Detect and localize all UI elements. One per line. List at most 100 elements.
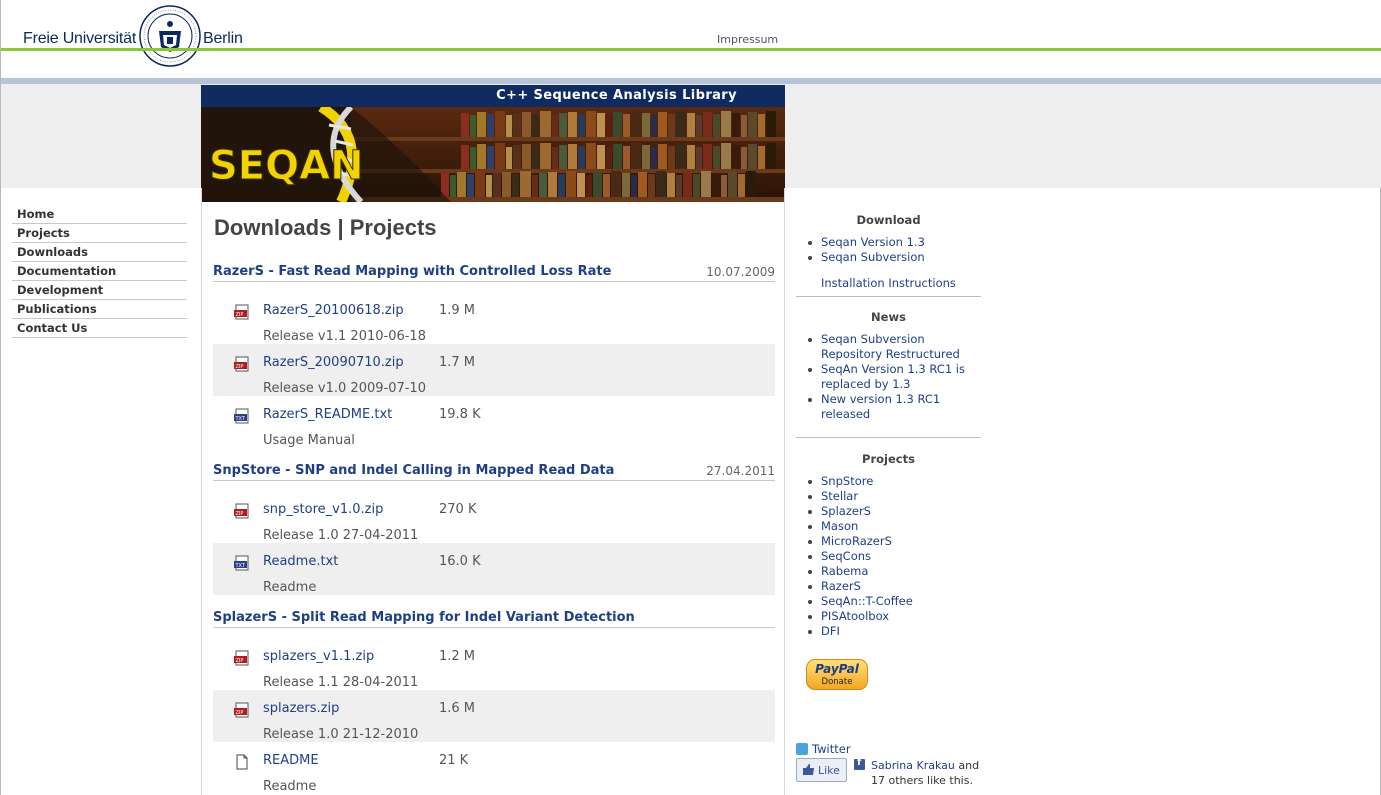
txt-file-icon: TXT bbox=[234, 555, 249, 571]
sidebar-link[interactable]: SplazerS bbox=[821, 504, 871, 518]
nav-item-publications[interactable]: Publications bbox=[12, 300, 187, 319]
university-seal-icon[interactable] bbox=[139, 5, 201, 67]
nav-item-downloads[interactable]: Downloads bbox=[12, 243, 187, 262]
sidebar-divider bbox=[796, 437, 981, 438]
list-item: SeqAn::T-Coffee bbox=[808, 594, 913, 609]
svg-text:ZIP: ZIP bbox=[236, 658, 244, 664]
download-row: ZIP splazers_v1.1.zip 1.2 M Release 1.1 … bbox=[213, 638, 775, 690]
section-title[interactable]: SnpStore - SNP and Indel Calling in Mapp… bbox=[213, 463, 614, 478]
file-size: 1.2 M bbox=[439, 649, 476, 664]
facebook-person-link[interactable]: Sabrina Krakau bbox=[871, 759, 955, 772]
list-item: Seqan Version 1.3 bbox=[808, 235, 925, 250]
zip-file-icon: ZIP bbox=[234, 356, 249, 372]
paypal-donate-button[interactable]: PayPal Donate bbox=[806, 659, 868, 690]
nav-item-development[interactable]: Development bbox=[12, 281, 187, 300]
download-row: TXT RazerS_README.txt 19.8 K Usage Manua… bbox=[213, 396, 775, 448]
zip-file-icon: ZIP bbox=[234, 304, 249, 320]
download-link[interactable]: splazers.zip bbox=[263, 701, 339, 716]
university-wordmark-left: Freie Universität bbox=[23, 30, 137, 47]
list-item: Mason bbox=[808, 519, 913, 534]
sidebar-download-list: Seqan Version 1.3 Seqan Subversion bbox=[808, 235, 925, 265]
banner-tagline: C++ Sequence Analysis Library bbox=[496, 88, 737, 103]
nav-item-contact-us[interactable]: Contact Us bbox=[12, 319, 187, 338]
section-title[interactable]: RazerS - Fast Read Mapping with Controll… bbox=[213, 264, 611, 279]
download-link[interactable]: Readme.txt bbox=[263, 554, 338, 569]
download-link[interactable]: README bbox=[263, 753, 319, 768]
nav-item-home[interactable]: Home bbox=[12, 205, 187, 224]
download-link[interactable]: RazerS_20100618.zip bbox=[263, 303, 404, 318]
sidebar-link[interactable]: SeqAn::T-Coffee bbox=[821, 594, 913, 608]
sidebar-link[interactable]: Mason bbox=[821, 519, 858, 533]
sidebar-link[interactable]: New version 1.3 RC1 released bbox=[821, 392, 940, 421]
file-icon bbox=[236, 754, 248, 770]
thumbs-up-icon bbox=[803, 764, 814, 775]
list-item: New version 1.3 RC1 released bbox=[808, 392, 976, 422]
list-item: Seqan Subversion bbox=[808, 250, 925, 265]
nav-item-projects[interactable]: Projects bbox=[12, 224, 187, 243]
list-item: RazerS bbox=[808, 579, 913, 594]
seqan-logo-text: SEQAN bbox=[209, 143, 364, 189]
section-date: 10.07.2009 bbox=[706, 265, 775, 279]
seqan-banner: C++ Sequence Analysis Library SEQAN bbox=[201, 85, 785, 202]
sidebar-link[interactable]: Stellar bbox=[821, 489, 858, 503]
download-link[interactable]: snp_store_v1.0.zip bbox=[263, 502, 383, 517]
download-row: ZIP RazerS_20090710.zip 1.7 M Release v1… bbox=[213, 344, 775, 396]
list-item: SeqAn Version 1.3 RC1 is replaced by 1.3 bbox=[808, 362, 976, 392]
paypal-donate-label: Donate bbox=[821, 677, 853, 687]
svg-text:ZIP: ZIP bbox=[236, 511, 244, 517]
page-title: Downloads | Projects bbox=[214, 215, 437, 240]
facebook-social-text: Sabrina Krakau and 17 others like this. bbox=[871, 758, 981, 788]
download-link[interactable]: splazers_v1.1.zip bbox=[263, 649, 374, 664]
sidebar-projects-list: SnpStore Stellar SplazerS Mason MicroRaz… bbox=[808, 474, 913, 639]
download-link[interactable]: RazerS_20090710.zip bbox=[263, 355, 404, 370]
sidebar-divider bbox=[796, 296, 981, 297]
list-item: SeqCons bbox=[808, 549, 913, 564]
file-size: 21 K bbox=[439, 753, 469, 768]
sidebar-news-title: News bbox=[871, 310, 906, 324]
file-description: Release 1.1 28-04-2011 bbox=[263, 675, 419, 690]
download-row: TXT Readme.txt 16.0 K Readme bbox=[213, 543, 775, 595]
download-row: README 21 K Readme bbox=[213, 742, 775, 794]
file-size: 1.6 M bbox=[439, 701, 476, 716]
svg-text:TXT: TXT bbox=[235, 563, 246, 569]
sidebar-link[interactable]: DFI bbox=[821, 624, 840, 638]
university-header: Freie Universität Berlin Impressum bbox=[1, 0, 1381, 78]
section-title[interactable]: SplazerS - Split Read Mapping for Indel … bbox=[213, 610, 635, 625]
svg-text:TXT: TXT bbox=[235, 416, 246, 422]
file-size: 16.0 K bbox=[439, 554, 481, 569]
file-description: Release v1.1 2010-06-18 bbox=[263, 329, 426, 344]
list-item: Seqan Subversion Repository Restructured bbox=[808, 332, 976, 362]
sidebar-link[interactable]: Seqan Subversion bbox=[821, 250, 925, 264]
sidebar-link[interactable]: SnpStore bbox=[821, 474, 873, 488]
sidebar-link[interactable]: RazerS bbox=[821, 579, 861, 593]
download-link[interactable]: RazerS_README.txt bbox=[263, 407, 392, 422]
sidebar-link[interactable]: SeqAn Version 1.3 RC1 is replaced by 1.3 bbox=[821, 362, 965, 391]
installation-instructions-link[interactable]: Installation Instructions bbox=[821, 276, 956, 290]
file-description: Readme bbox=[263, 580, 317, 595]
svg-text:ZIP: ZIP bbox=[236, 710, 244, 716]
file-description: Release 1.0 21-12-2010 bbox=[263, 727, 419, 742]
main-content: Downloads | Projects RazerS - Fast Read … bbox=[201, 188, 785, 795]
file-description: Readme bbox=[263, 779, 317, 794]
impressum-link[interactable]: Impressum bbox=[717, 33, 778, 46]
file-size: 19.8 K bbox=[439, 407, 481, 422]
sidebar-download-title: Download bbox=[856, 213, 921, 227]
university-wordmark-right: Berlin bbox=[203, 30, 243, 47]
sidebar-link[interactable]: Seqan Version 1.3 bbox=[821, 235, 925, 249]
sidebar-link[interactable]: SeqCons bbox=[821, 549, 871, 563]
sidebar-link[interactable]: MicroRazerS bbox=[821, 534, 892, 548]
file-description: Release 1.0 27-04-2011 bbox=[263, 528, 419, 543]
file-size: 1.7 M bbox=[439, 355, 476, 370]
sidebar-link[interactable]: Seqan Subversion Repository Restructured bbox=[821, 332, 960, 361]
svg-text:ZIP: ZIP bbox=[236, 364, 244, 370]
svg-text:ZIP: ZIP bbox=[236, 312, 244, 318]
twitter-link[interactable]: Twitter bbox=[812, 742, 851, 756]
list-item: PISAtoolbox bbox=[808, 609, 913, 624]
sidebar-link[interactable]: Rabema bbox=[821, 564, 868, 578]
txt-file-icon: TXT bbox=[234, 408, 249, 424]
sidebar-link[interactable]: PISAtoolbox bbox=[821, 609, 889, 623]
facebook-like-button[interactable]: Like bbox=[796, 758, 847, 782]
file-description: Usage Manual bbox=[263, 433, 355, 448]
nav-item-documentation[interactable]: Documentation bbox=[12, 262, 187, 281]
list-item: SplazerS bbox=[808, 504, 913, 519]
